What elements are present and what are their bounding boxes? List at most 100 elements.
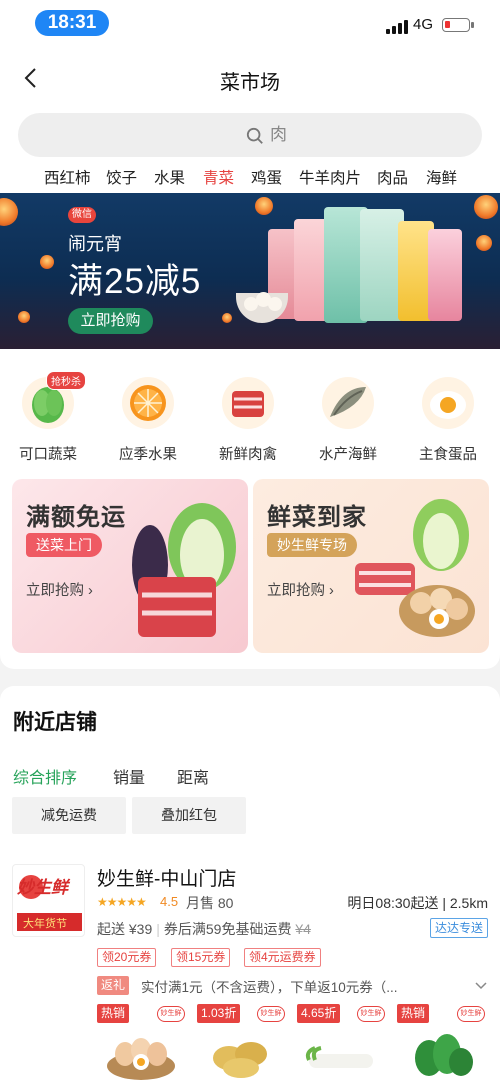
nearby-shops-section: 附近店铺 综合排序 销量 距离 减免运费 叠加红包 妙生鲜 大年货节 妙生鲜-中… <box>0 686 500 1081</box>
original-fee: ¥4 <box>295 921 311 937</box>
sort-tab-distance[interactable]: 距离 <box>177 764 209 788</box>
dumpling-pack-image <box>428 229 462 321</box>
fish-icon <box>322 377 374 429</box>
lantern-icon <box>476 235 492 251</box>
promo-tag: 送菜上门 <box>26 533 102 557</box>
search-area <box>0 110 500 163</box>
promo-link[interactable]: 立即抢购 › <box>267 579 334 600</box>
rebate-tag: 返礼 <box>97 976 130 995</box>
vegetable-egg-image <box>355 499 475 637</box>
quick-entry-label: 水产海鲜 <box>319 447 377 463</box>
express-delivery-badge: 达达专送 <box>429 918 488 938</box>
filter-chip-red-packet[interactable]: 叠加红包 <box>132 797 246 834</box>
store-logo-text: 妙生鲜 <box>17 878 68 897</box>
banner-buy-button[interactable]: 立即抢购 <box>68 308 153 334</box>
meat-icon <box>222 377 274 429</box>
page-title: 菜市场 <box>220 72 280 94</box>
lantern-icon <box>18 311 30 323</box>
product-store-logo: 妙生鲜 <box>257 1006 285 1022</box>
lantern-icon <box>474 195 498 219</box>
store-rating: 4.5 <box>160 894 179 909</box>
category-tab[interactable]: 西红柿 <box>44 166 91 188</box>
category-tab[interactable]: 饺子 <box>106 166 137 188</box>
vegetable-meat-image <box>132 503 236 637</box>
quick-entry-label: 新鲜肉禽 <box>219 447 277 463</box>
product-thumbnail[interactable]: 热销 妙生鲜 <box>397 1004 485 1081</box>
status-bar: 18:31 4G <box>0 0 500 46</box>
product-badge: 热销 <box>97 1004 130 1023</box>
header: 菜市场 <box>0 46 500 110</box>
spinach-icon <box>415 1034 473 1076</box>
promo-card-free-shipping[interactable]: 满额免运 送菜上门 立即抢购 › <box>12 479 248 653</box>
coupon-button[interactable]: 领4元运费券 <box>244 948 321 967</box>
promo-card-fresh-delivery[interactable]: 鲜菜到家 妙生鲜专场 立即抢购 › <box>253 479 489 653</box>
quick-entry-staples[interactable]: 主食蛋品 <box>403 377 493 464</box>
search-input[interactable] <box>270 113 450 157</box>
flash-sale-badge: 抢秒杀 <box>46 371 86 390</box>
quick-entry-seafood[interactable]: 水产海鲜 <box>303 377 393 464</box>
category-tab[interactable]: 海鲜 <box>426 166 457 188</box>
quick-entry-label: 应季水果 <box>119 447 177 463</box>
battery-icon <box>442 18 474 32</box>
search-icon <box>246 127 263 144</box>
product-thumbnail[interactable]: 1.03折 妙生鲜 <box>197 1004 285 1081</box>
network-label: 4G <box>413 16 434 33</box>
potato-icon <box>213 1042 267 1078</box>
lantern-icon <box>0 198 18 226</box>
category-tab-active[interactable]: 青菜 <box>203 166 234 188</box>
radish-icon <box>305 1046 373 1068</box>
product-thumbnail[interactable]: 热销 妙生鲜 <box>97 1004 185 1081</box>
section-title: 附近店铺 <box>13 711 97 734</box>
egg-icon <box>107 1038 175 1080</box>
product-badge: 1.03折 <box>197 1004 241 1023</box>
sort-tab-sales[interactable]: 销量 <box>113 764 145 788</box>
quick-entry-section: 抢秒杀 可口蔬菜 应季水果 新鲜肉禽 水产海鲜 主食蛋品 满额免运 送菜上门 立… <box>0 349 500 669</box>
category-tab[interactable]: 水果 <box>154 166 185 188</box>
search-bar[interactable] <box>18 113 482 157</box>
fee-info: 起送 ¥39 | 券后满59免基础运费 ¥4 <box>97 921 311 937</box>
sort-tab-comprehensive[interactable]: 综合排序 <box>13 764 77 788</box>
free-fee-condition: 券后满59免基础运费 <box>163 921 292 937</box>
egg-icon <box>422 377 474 429</box>
rating-stars-icon: ★★★★★ <box>97 895 147 909</box>
coupon-button[interactable]: 领20元券 <box>97 948 157 967</box>
monthly-sales: 月售 80 <box>186 895 234 911</box>
promo-tag: 妙生鲜专场 <box>267 533 357 557</box>
orange-icon <box>122 377 174 429</box>
quick-entry-fruit[interactable]: 应季水果 <box>103 377 193 464</box>
product-store-logo: 妙生鲜 <box>357 1006 385 1022</box>
coupon-button[interactable]: 领15元券 <box>171 948 231 967</box>
promo-link[interactable]: 立即抢购 › <box>26 579 93 600</box>
promo-title: 满额免运 <box>26 504 126 531</box>
rebate-text: 实付满1元（不含运费），下单返10元券（... <box>141 980 398 995</box>
product-thumbnail[interactable]: 4.65折 妙生鲜 <box>297 1004 385 1081</box>
lantern-icon <box>222 313 232 323</box>
quick-entry-meat[interactable]: 新鲜肉禽 <box>203 377 293 464</box>
category-tab[interactable]: 肉品 <box>377 166 408 188</box>
category-tabs: 西红柿 饺子 水果 青菜 鸡蛋 牛羊肉片 肉品 海鲜 <box>0 163 500 193</box>
category-tab[interactable]: 牛羊肉片 <box>299 166 361 188</box>
category-tab[interactable]: 鸡蛋 <box>251 166 282 188</box>
status-time: 18:31 <box>35 10 109 36</box>
store-logo-subtext: 大年货节 <box>23 918 67 930</box>
promo-banner[interactable]: 微信 闹元宵 满25减5 立即抢购 <box>0 193 500 349</box>
product-store-logo: 妙生鲜 <box>157 1006 185 1022</box>
min-order: 起送 ¥39 <box>97 921 153 937</box>
quick-entry-vegetables[interactable]: 抢秒杀 可口蔬菜 <box>3 371 93 464</box>
delivery-info: 明日08:30起送 | 2.5km <box>347 895 488 911</box>
quick-entry-label: 可口蔬菜 <box>19 447 77 463</box>
banner-headline: 满25减5 <box>68 262 202 301</box>
lantern-icon <box>40 255 54 269</box>
store-logo[interactable]: 妙生鲜 大年货节 <box>12 864 85 937</box>
filter-chip-free-shipping[interactable]: 减免运费 <box>12 797 126 834</box>
quick-entry-label: 主食蛋品 <box>419 447 477 463</box>
signal-icon <box>386 20 408 34</box>
chevron-down-icon[interactable] <box>475 980 487 992</box>
product-store-logo: 妙生鲜 <box>457 1006 485 1022</box>
banner-logo: 微信 <box>68 207 96 223</box>
store-name[interactable]: 妙生鲜-中山门店 <box>97 864 236 891</box>
lantern-icon <box>255 197 273 215</box>
product-badge: 4.65折 <box>297 1004 341 1023</box>
vegetable-icon: 抢秒杀 <box>22 371 86 429</box>
product-badge: 热销 <box>397 1004 430 1023</box>
